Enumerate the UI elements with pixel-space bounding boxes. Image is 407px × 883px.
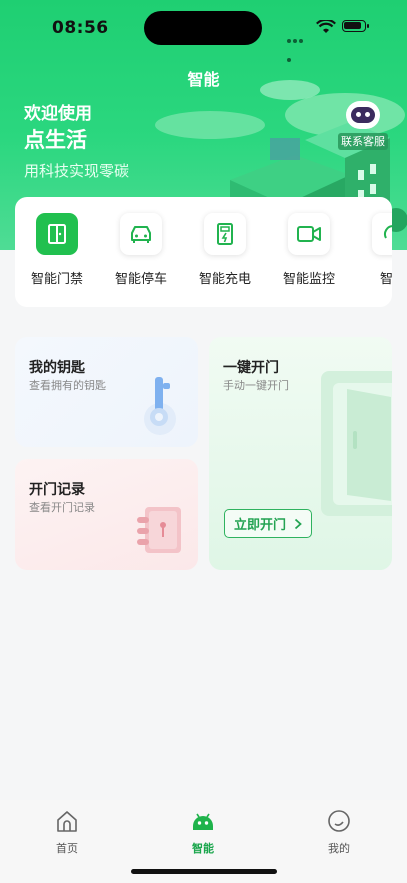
robot-icon bbox=[193, 813, 213, 830]
service-parking[interactable]: 智能停车 bbox=[99, 213, 183, 287]
contact-support-button[interactable]: 联系客服 bbox=[338, 133, 388, 150]
wifi-icon bbox=[316, 20, 336, 33]
banner-welcome: 欢迎使用 bbox=[24, 104, 92, 124]
tab-label: 首页 bbox=[56, 842, 78, 855]
service-label: 智能监控 bbox=[282, 272, 335, 287]
home-icon bbox=[57, 811, 77, 832]
battery-icon bbox=[342, 20, 369, 32]
service-charging[interactable]: 智能充电 bbox=[183, 213, 267, 287]
tab-smart[interactable]: 智能 bbox=[173, 808, 233, 856]
my-keys-card[interactable]: 我的钥匙 查看拥有的钥匙 bbox=[15, 337, 198, 447]
page-title: 智能 bbox=[187, 70, 220, 89]
status-bar: 08:56 bbox=[0, 0, 407, 62]
card-subtitle: 查看拥有的钥匙 bbox=[29, 379, 106, 392]
service-more[interactable]: 智能 bbox=[351, 213, 392, 287]
open-records-card[interactable]: 开门记录 查看开门记录 bbox=[15, 459, 198, 570]
banner-slogan: 用科技实现零碳 bbox=[24, 162, 130, 180]
open-now-label: 立即开门 bbox=[233, 518, 286, 533]
key-icon bbox=[144, 377, 176, 435]
charging-icon bbox=[204, 213, 246, 255]
card-title: 一键开门 bbox=[223, 360, 279, 376]
door-illustration-icon bbox=[321, 371, 392, 516]
tab-mine[interactable]: 我的 bbox=[309, 808, 369, 856]
service-door-access[interactable]: 智能门禁 bbox=[15, 213, 99, 287]
service-monitoring[interactable]: 智能监控 bbox=[267, 213, 351, 287]
service-label: 智能充电 bbox=[198, 272, 251, 287]
one-key-open-card[interactable]: 一键开门 手动一键开门 立即开门 bbox=[209, 337, 392, 570]
service-label: 智能 bbox=[379, 272, 392, 287]
service-label: 智能停车 bbox=[114, 272, 167, 287]
card-subtitle: 手动一键开门 bbox=[223, 379, 289, 392]
open-now-button[interactable]: 立即开门 bbox=[224, 509, 312, 538]
card-title: 我的钥匙 bbox=[29, 360, 85, 376]
door-icon bbox=[36, 213, 78, 255]
card-title: 开门记录 bbox=[29, 482, 85, 498]
tab-label: 智能 bbox=[192, 842, 214, 855]
car-icon bbox=[120, 213, 162, 255]
home-indicator bbox=[131, 869, 277, 874]
tab-label: 我的 bbox=[328, 842, 350, 855]
service-label: 智能门禁 bbox=[30, 272, 83, 287]
service-strip: 智能门禁 智能停车 智能充电 智能监控 智能 bbox=[15, 197, 392, 307]
banner-brand: 点生活 bbox=[24, 128, 87, 152]
chevron-right-icon bbox=[294, 518, 302, 529]
camera-icon bbox=[288, 213, 330, 255]
more-icon bbox=[372, 213, 392, 255]
tab-home[interactable]: 首页 bbox=[37, 808, 97, 856]
status-time: 08:56 bbox=[52, 18, 109, 38]
signal-icon bbox=[287, 28, 309, 62]
record-book-icon bbox=[137, 507, 181, 553]
card-subtitle: 查看开门记录 bbox=[29, 501, 95, 514]
dynamic-island bbox=[144, 11, 262, 45]
profile-icon bbox=[328, 810, 350, 832]
